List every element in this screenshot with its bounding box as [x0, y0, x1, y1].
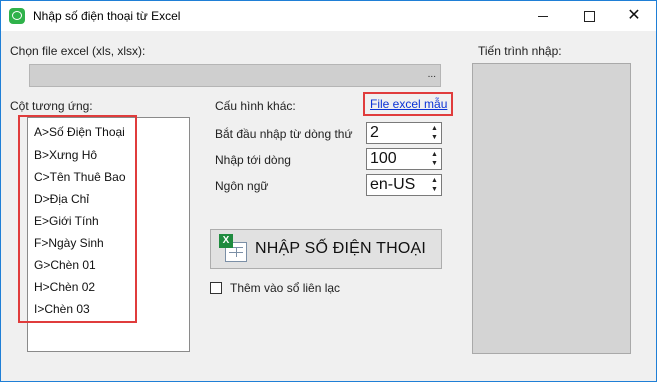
add-contacts-label[interactable]: Thêm vào sổ liên lạc	[230, 281, 340, 295]
list-item[interactable]: A>Số Điện Thoại	[34, 125, 125, 139]
import-button-label: NHẬP SỐ ĐIỆN THOẠI	[255, 240, 427, 257]
minimize-icon	[538, 15, 548, 17]
maximize-icon	[583, 10, 595, 22]
list-item[interactable]: F>Ngày Sinh	[34, 236, 104, 250]
list-item[interactable]: B>Xưng Hô	[34, 148, 97, 162]
file-label: Chọn file excel (xls, xlsx):	[10, 44, 146, 58]
end-row-label: Nhập tới dòng	[215, 153, 291, 167]
language-label: Ngôn ngữ	[215, 179, 269, 193]
end-row-value: 100	[370, 150, 397, 167]
start-row-value: 2	[370, 124, 379, 141]
language-select[interactable]: en-US ▲ ▼	[366, 174, 442, 196]
import-window: Nhập số điện thoại từ Excel ✕ Chọn file …	[0, 0, 657, 382]
columns-label: Cột tương ứng:	[10, 99, 93, 113]
language-value: en-US	[370, 176, 416, 193]
list-item[interactable]: I>Chèn 03	[34, 302, 90, 316]
minimize-button[interactable]	[521, 1, 565, 31]
close-button[interactable]: ✕	[612, 1, 656, 31]
list-item[interactable]: D>Địa Chỉ	[34, 192, 89, 206]
progress-log	[472, 63, 631, 354]
start-row-label: Bắt đầu nhập từ dòng thứ	[215, 127, 353, 141]
window-title: Nhập số điện thoại từ Excel	[33, 9, 181, 23]
sample-excel-link[interactable]: File excel mẫu	[370, 97, 447, 111]
list-item[interactable]: G>Chèn 01	[34, 258, 96, 272]
stepper-arrows-icon[interactable]: ▲ ▼	[430, 150, 439, 168]
chat-bubble-icon	[9, 8, 25, 24]
title-bar: Nhập số điện thoại từ Excel ✕	[1, 1, 656, 31]
progress-label: Tiến trình nhập:	[478, 44, 562, 58]
list-item[interactable]: H>Chèn 02	[34, 280, 95, 294]
import-phone-button[interactable]: X NHẬP SỐ ĐIỆN THOẠI	[210, 229, 442, 269]
end-row-stepper[interactable]: 100 ▲ ▼	[366, 148, 442, 170]
select-arrows-icon[interactable]: ▲ ▼	[430, 176, 439, 194]
excel-import-icon: X	[219, 234, 249, 264]
stepper-arrows-icon[interactable]: ▲ ▼	[430, 124, 439, 142]
config-label: Cấu hình khác:	[215, 99, 296, 113]
close-icon: ✕	[627, 7, 641, 24]
file-path-field[interactable]: ...	[29, 64, 441, 87]
add-contacts-checkbox[interactable]	[210, 282, 222, 294]
list-item[interactable]: C>Tên Thuê Bao	[34, 170, 126, 184]
maximize-button[interactable]	[567, 1, 611, 31]
list-item[interactable]: E>Giới Tính	[34, 214, 99, 228]
browse-button[interactable]: ...	[428, 69, 436, 80]
start-row-stepper[interactable]: 2 ▲ ▼	[366, 122, 442, 144]
